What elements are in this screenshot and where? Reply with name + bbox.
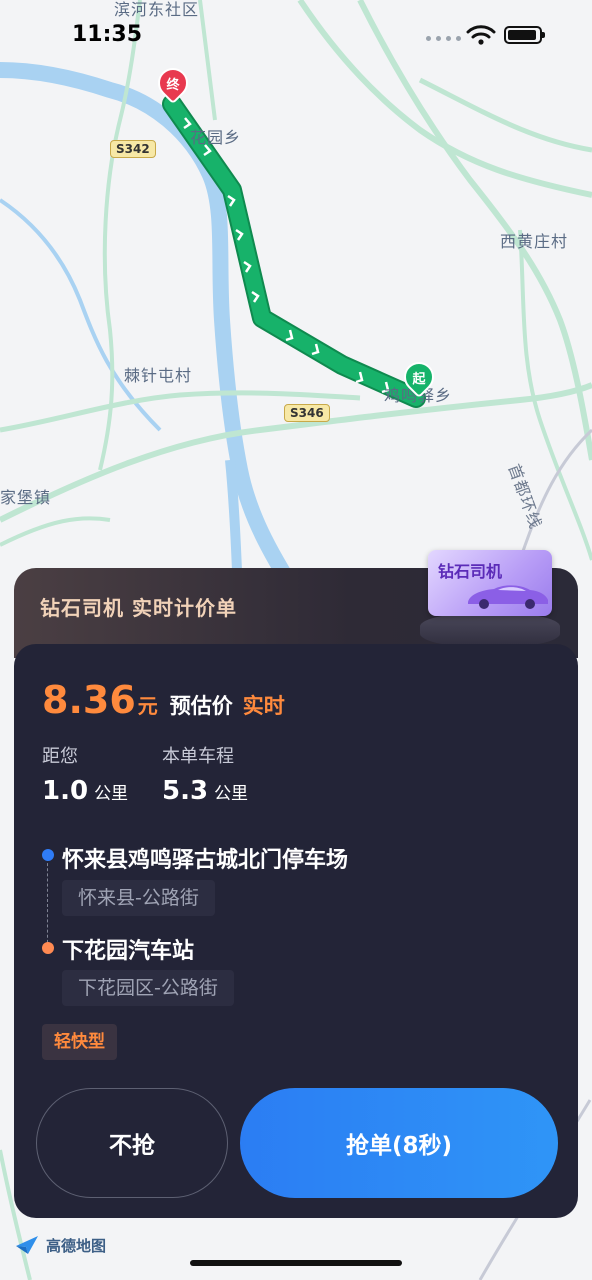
car-type-tag: 轻快型 <box>42 1024 117 1060</box>
origin-name: 怀来县鸡鸣驿古城北门停车场 <box>62 848 349 873</box>
diamond-badge-text: 钻石司机 <box>438 562 503 581</box>
home-indicator[interactable] <box>190 1260 402 1266</box>
origin-dot-icon <box>42 849 54 861</box>
map-label-jizhentun: 棘针屯村 <box>124 366 193 385</box>
price-value: 8.36 <box>42 678 136 722</box>
amap-logo-text: 高德地图 <box>46 1236 107 1255</box>
badge-pedestal <box>420 612 560 648</box>
trip-value: 5.3 <box>162 776 209 806</box>
destination-area: 下花园区-公路街 <box>62 970 234 1006</box>
trip-label: 本单车程 <box>162 746 234 767</box>
status-bar: 11:35 <box>0 0 592 70</box>
price-realtime-label: 实时 <box>242 694 285 718</box>
road-shield-s342: S342 <box>110 140 156 158</box>
origin-area: 怀来县-公路街 <box>62 880 215 916</box>
order-card-title: 钻石司机 实时计价单 <box>40 596 237 620</box>
trip-unit: 公里 <box>214 784 249 804</box>
destination-dot-icon <box>42 942 54 954</box>
price-row: 8.36 元 预估价 实时 <box>42 678 285 722</box>
grab-order-button[interactable]: 抢单(8秒) <box>240 1088 558 1198</box>
road-shield-s346: S346 <box>284 404 330 422</box>
wifi-icon <box>466 25 496 45</box>
signal-dots-icon <box>426 36 462 42</box>
distance-label: 距您 <box>42 746 78 767</box>
distance-value: 1.0 <box>42 776 89 806</box>
status-time: 11:35 <box>72 22 143 47</box>
distance-unit: 公里 <box>94 784 129 804</box>
car-icon <box>468 585 548 609</box>
destination-name: 下花园汽车站 <box>62 939 195 964</box>
skip-order-button[interactable]: 不抢 <box>36 1088 228 1198</box>
price-unit: 元 <box>137 694 158 718</box>
trip-stat: 本单车程 5.3 公里 <box>162 742 248 806</box>
end-marker-label: 终 <box>166 77 180 93</box>
route-connector <box>47 858 48 948</box>
map-label-huayuan: 花园乡 <box>190 128 242 147</box>
order-card: 8.36 元 预估价 实时 距您 1.0 公里 本单车程 5.3 公里 怀来县鸡… <box>14 644 578 1218</box>
price-estimate-label: 预估价 <box>169 694 233 718</box>
distance-stat: 距您 1.0 公里 <box>42 742 128 806</box>
map-label-jiabao: 家堡镇 <box>0 488 52 507</box>
start-marker-label: 起 <box>412 371 426 387</box>
diamond-driver-badge: 钻石司机 <box>428 550 552 616</box>
amap-logo-icon <box>16 1236 38 1254</box>
amap-logo: 高德地图 <box>14 1234 106 1256</box>
map-label-xihuangzhuang: 西黄庄村 <box>500 232 569 251</box>
battery-icon <box>504 26 545 44</box>
